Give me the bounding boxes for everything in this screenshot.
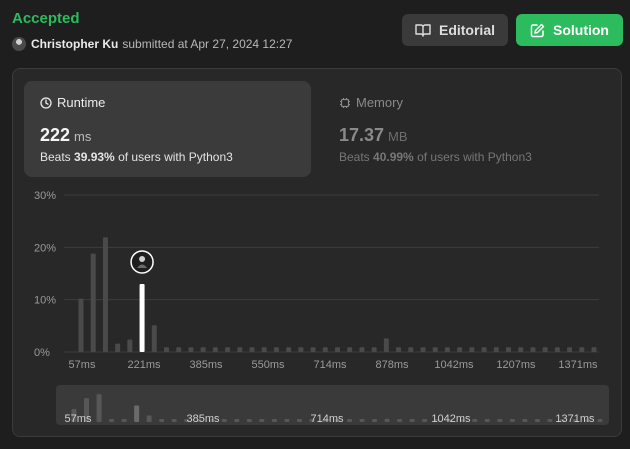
- mini-x-tick-label: 57ms: [65, 413, 92, 425]
- mini-bar: [472, 419, 478, 422]
- mini-bar: [422, 419, 428, 422]
- mini-bar: [96, 394, 102, 422]
- mini-bar: [522, 419, 528, 422]
- mini-x-tick-label: 1371ms: [555, 413, 595, 425]
- mini-bar: [159, 419, 165, 422]
- range-selector-chart[interactable]: 57ms 385ms 714ms 1042ms 1371ms: [0, 0, 630, 449]
- mini-bar: [109, 419, 115, 422]
- mini-bar: [547, 419, 553, 422]
- mini-bar: [359, 419, 365, 422]
- mini-bar: [221, 419, 227, 422]
- mini-bar: [271, 419, 277, 422]
- mini-bar: [534, 419, 540, 422]
- mini-bar: [409, 419, 415, 422]
- mini-bar: [497, 419, 503, 422]
- mini-bar: [146, 415, 152, 422]
- mini-bar: [597, 419, 603, 422]
- mini-bar: [397, 419, 403, 422]
- mini-x-tick-label: 1042ms: [431, 413, 471, 425]
- mini-bar: [372, 419, 378, 422]
- mini-bar: [134, 405, 140, 422]
- mini-bar: [121, 418, 127, 422]
- mini-bar: [284, 419, 290, 422]
- mini-x-tick-label: 385ms: [186, 413, 220, 425]
- mini-bar: [509, 419, 515, 422]
- mini-bar: [347, 419, 353, 422]
- mini-bar: [259, 419, 265, 422]
- mini-bar: [296, 419, 302, 422]
- mini-bar: [171, 419, 177, 422]
- mini-bar: [484, 419, 490, 422]
- mini-x-tick-label: 714ms: [310, 413, 344, 425]
- mini-bar: [234, 419, 240, 422]
- mini-bar: [384, 418, 390, 422]
- mini-bar: [246, 419, 252, 422]
